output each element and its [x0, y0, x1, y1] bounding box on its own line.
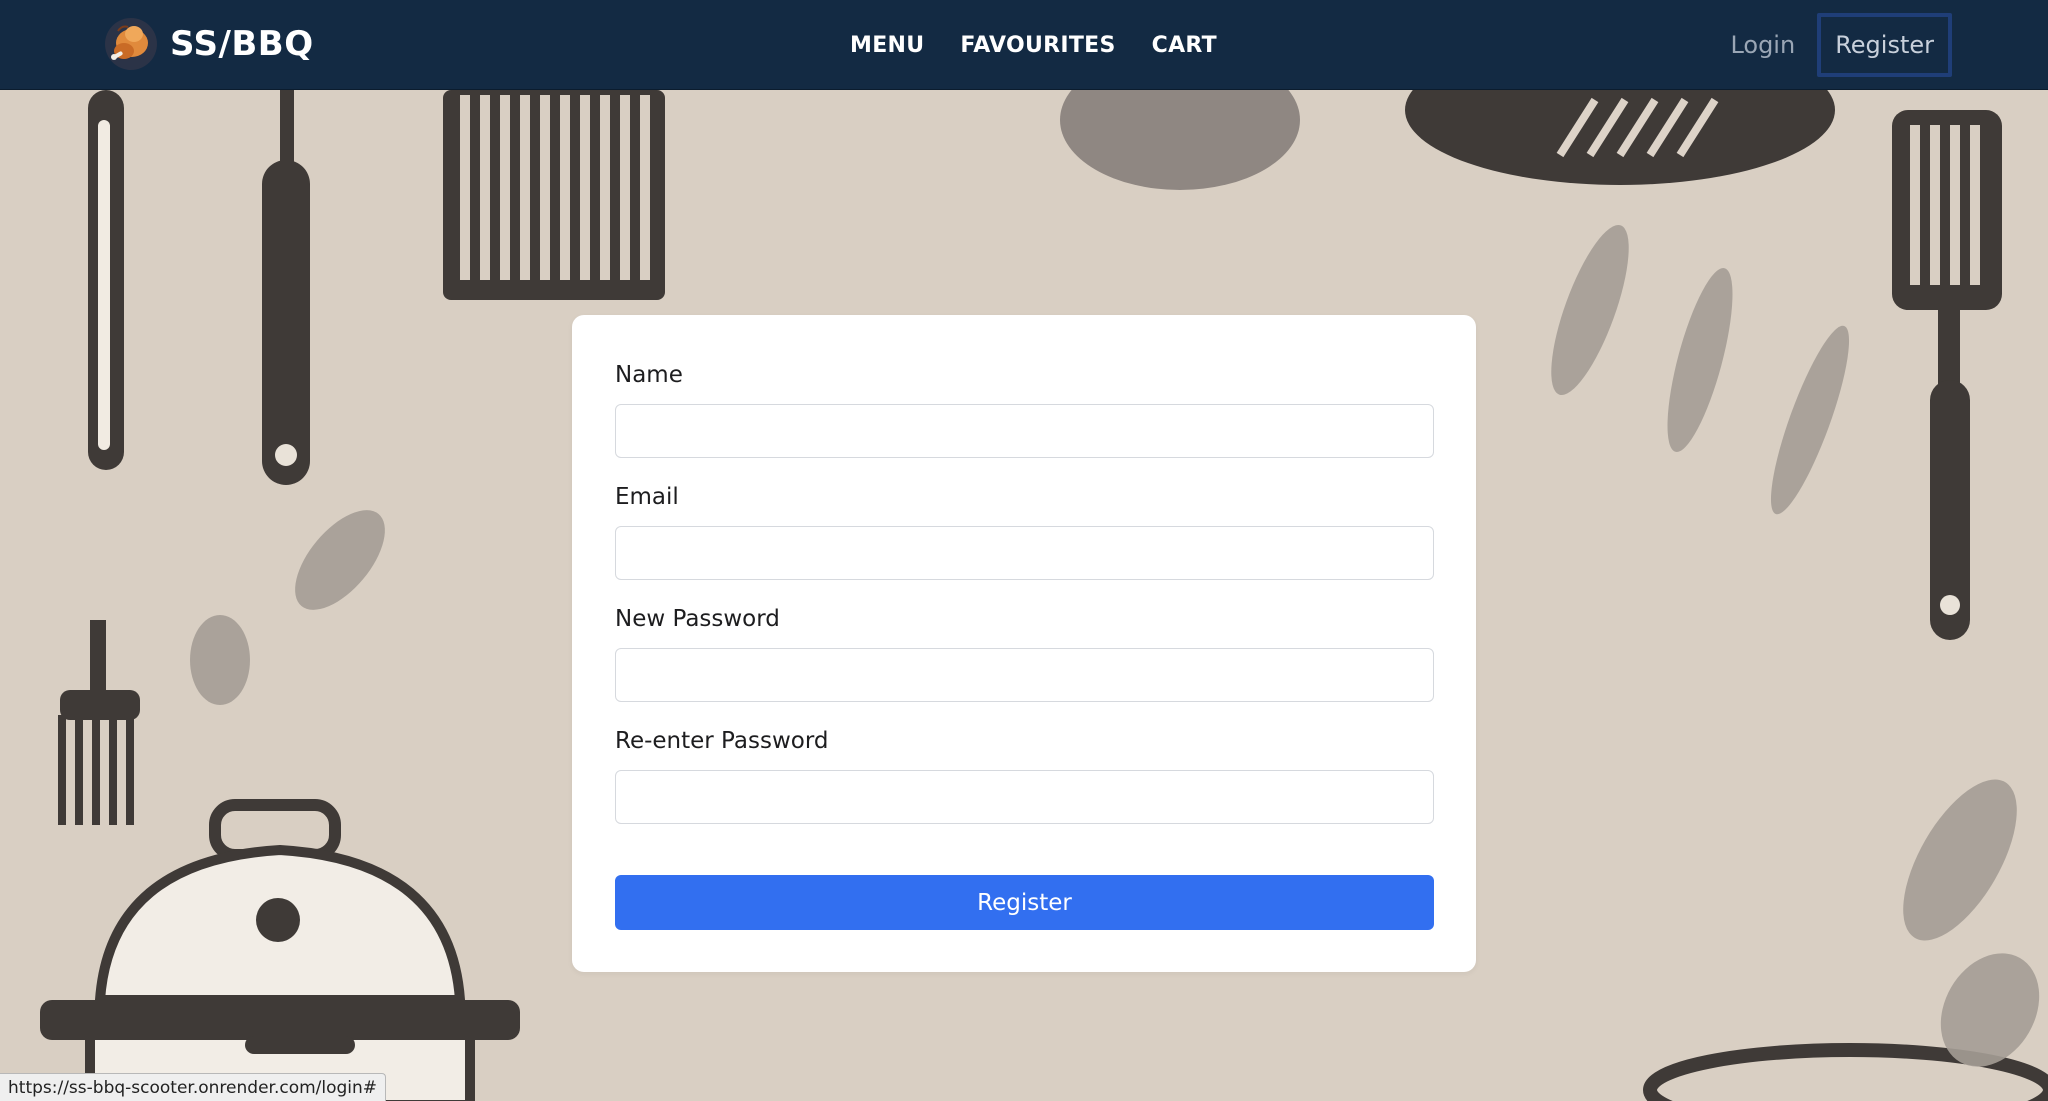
confirm-password-label: Re-enter Password — [615, 728, 829, 754]
status-bar-url: https://ss-bbq-scooter.onrender.com/logi… — [0, 1073, 387, 1101]
register-submit-button[interactable]: Register — [615, 875, 1434, 930]
nav-cart-link[interactable]: CART — [1152, 33, 1217, 58]
register-form-card: Name Email New Password Re-enter Passwor… — [572, 315, 1476, 972]
top-navbar: SS/BBQ MENU FAVOURITES CART Login Regist… — [0, 0, 2048, 90]
new-password-input[interactable] — [615, 648, 1434, 702]
nav-favourites-link[interactable]: FAVOURITES — [960, 33, 1115, 58]
email-label: Email — [615, 484, 679, 510]
confirm-password-field-group: Re-enter Password — [615, 724, 1434, 824]
main-nav: MENU FAVOURITES CART — [850, 0, 1217, 90]
brand-link[interactable]: SS/BBQ — [104, 14, 314, 74]
register-link[interactable]: Register — [1817, 13, 1952, 77]
chicken-logo-icon — [105, 18, 157, 70]
email-input[interactable] — [615, 526, 1434, 580]
auth-links: Login Register — [1730, 0, 2048, 90]
email-field-group: Email — [615, 480, 1434, 580]
new-password-field-group: New Password — [615, 602, 1434, 702]
brand-name: SS/BBQ — [170, 24, 314, 64]
name-input[interactable] — [615, 404, 1434, 458]
confirm-password-input[interactable] — [615, 770, 1434, 824]
login-link[interactable]: Login — [1730, 31, 1795, 59]
name-field-group: Name — [615, 358, 1434, 458]
nav-menu-link[interactable]: MENU — [850, 33, 924, 58]
new-password-label: New Password — [615, 606, 780, 632]
name-label: Name — [615, 362, 683, 388]
